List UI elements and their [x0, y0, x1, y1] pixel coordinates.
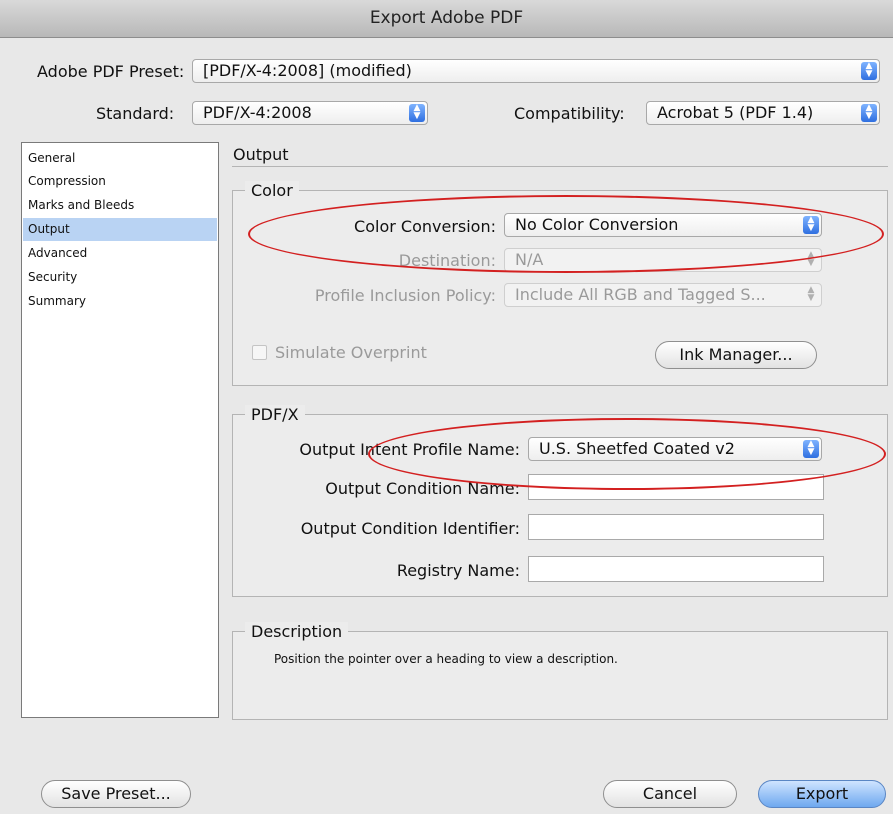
output-intent-label: Output Intent Profile Name: — [299, 440, 520, 459]
window-title: Export Adobe PDF — [0, 0, 893, 38]
simulate-overprint-checkbox[interactable] — [252, 345, 267, 360]
destination-value: N/A — [515, 250, 544, 269]
registry-name-field[interactable] — [528, 556, 824, 582]
select-arrows-icon: ▲ ▼ — [409, 104, 425, 122]
standard-select[interactable]: PDF/X-4:2008 ▲ ▼ — [192, 101, 428, 125]
pdfx-legend: PDF/X — [245, 405, 305, 424]
color-conversion-select[interactable]: No Color Conversion ▲ ▼ — [504, 213, 822, 237]
sidebar-item-advanced[interactable]: Advanced — [23, 242, 217, 265]
destination-select[interactable]: N/A ▲ ▼ — [504, 248, 822, 272]
registry-name-label: Registry Name: — [396, 561, 520, 580]
description-text: Position the pointer over a heading to v… — [274, 652, 618, 666]
ink-manager-button[interactable]: Ink Manager... — [655, 341, 817, 369]
preset-select[interactable]: [PDF/X-4:2008] (modified) ▲ ▼ — [192, 59, 880, 83]
output-condition-identifier-label: Output Condition Identifier: — [300, 519, 520, 538]
category-list: General Compression Marks and Bleeds Out… — [21, 142, 219, 718]
output-condition-identifier-field[interactable] — [528, 514, 824, 540]
output-intent-select[interactable]: U.S. Sheetfed Coated v2 ▲ ▼ — [528, 437, 822, 461]
color-legend: Color — [245, 181, 299, 200]
save-preset-button[interactable]: Save Preset... — [41, 780, 191, 808]
compatibility-label: Compatibility: — [514, 104, 625, 123]
standard-label: Standard: — [96, 104, 175, 123]
compatibility-value: Acrobat 5 (PDF 1.4) — [657, 103, 814, 122]
preset-label: Adobe PDF Preset: — [37, 62, 185, 81]
description-legend: Description — [245, 622, 349, 641]
sidebar-item-security[interactable]: Security — [23, 266, 217, 289]
destination-label: Destination: — [398, 251, 496, 270]
preset-value: [PDF/X-4:2008] (modified) — [203, 61, 412, 80]
sidebar-item-marks-and-bleeds[interactable]: Marks and Bleeds — [23, 194, 217, 217]
select-arrows-icon: ▲ ▼ — [803, 440, 819, 458]
sidebar-item-summary[interactable]: Summary — [23, 290, 217, 313]
sidebar-item-general[interactable]: General — [23, 147, 217, 170]
output-intent-value: U.S. Sheetfed Coated v2 — [539, 439, 735, 458]
simulate-overprint-label: Simulate Overprint — [275, 343, 427, 362]
profile-policy-label: Profile Inclusion Policy: — [314, 286, 496, 305]
color-conversion-label: Color Conversion: — [354, 217, 496, 236]
select-arrows-icon: ▲ ▼ — [807, 250, 815, 268]
select-arrows-icon: ▲ ▼ — [807, 285, 815, 303]
sidebar-item-compression[interactable]: Compression — [23, 170, 217, 193]
select-arrows-icon: ▲ ▼ — [803, 216, 819, 234]
output-condition-name-field[interactable] — [528, 474, 824, 500]
cancel-button[interactable]: Cancel — [603, 780, 737, 808]
select-arrows-icon: ▲ ▼ — [861, 104, 877, 122]
compatibility-select[interactable]: Acrobat 5 (PDF 1.4) ▲ ▼ — [646, 101, 880, 125]
select-arrows-icon: ▲ ▼ — [861, 62, 877, 80]
output-condition-name-label: Output Condition Name: — [325, 479, 520, 498]
section-divider — [232, 166, 888, 167]
sidebar-item-output[interactable]: Output — [23, 218, 217, 241]
export-button[interactable]: Export — [758, 780, 886, 808]
profile-policy-select[interactable]: Include All RGB and Tagged S... ▲ ▼ — [504, 283, 822, 307]
description-group — [232, 631, 888, 720]
color-conversion-value: No Color Conversion — [515, 215, 679, 234]
standard-value: PDF/X-4:2008 — [203, 103, 312, 122]
profile-policy-value: Include All RGB and Tagged S... — [515, 285, 766, 304]
section-title: Output — [233, 145, 289, 164]
